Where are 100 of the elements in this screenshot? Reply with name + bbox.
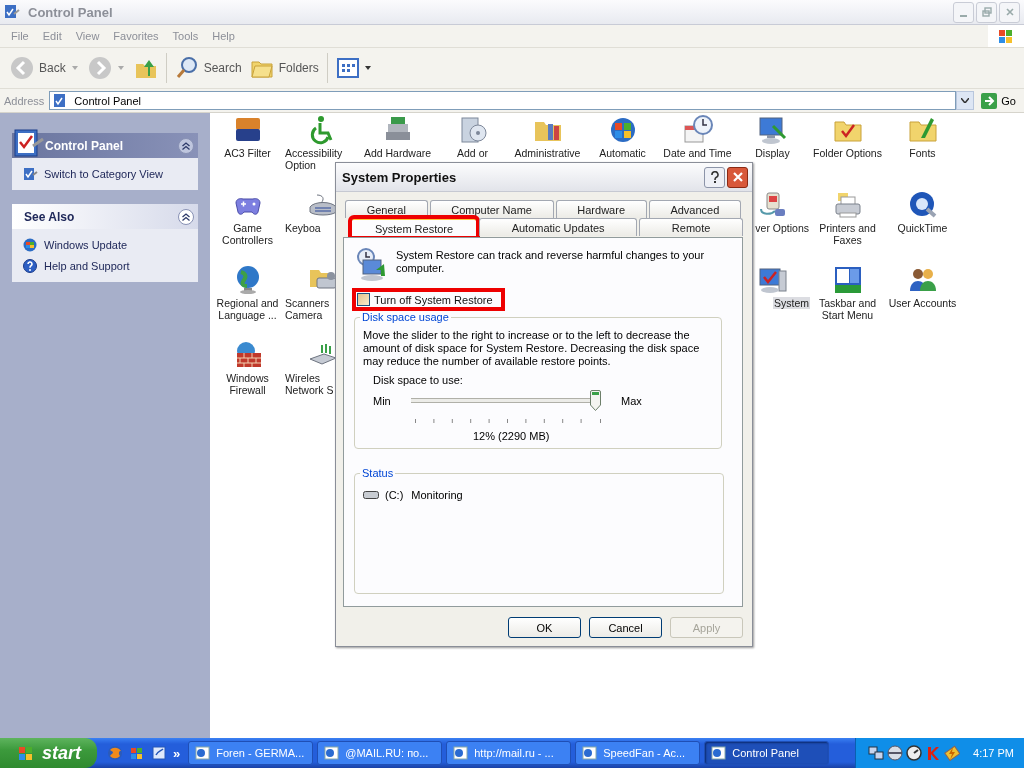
start-button[interactable]: start	[0, 738, 97, 768]
max-label: Max	[621, 394, 643, 407]
item-label[interactable]: Windows Firewall	[210, 372, 285, 396]
gauge-icon[interactable]	[906, 745, 923, 761]
item-label[interactable]: ver Options	[754, 222, 810, 234]
taskbar-button[interactable]: http://mail.ru - ...	[446, 741, 572, 765]
window-icon	[582, 745, 599, 761]
dialog-button[interactable]: Cancel	[589, 617, 662, 638]
desktop-page-icon[interactable]	[151, 745, 167, 761]
more-button[interactable]: »	[173, 745, 181, 761]
dropdown-button[interactable]	[956, 91, 975, 110]
item-label[interactable]: Keyboa	[285, 222, 322, 234]
item-label[interactable]: User Accounts	[887, 297, 958, 309]
description-text: System Restore can track and reverse harmful changes to your computer.	[396, 248, 706, 275]
item-label[interactable]: Administrative	[513, 147, 582, 159]
collapse-icon[interactable]	[178, 208, 194, 225]
tab[interactable]: Hardware	[555, 200, 647, 218]
taskbar-button[interactable]: Foren - GERMA...	[188, 741, 314, 765]
tab[interactable]: Advanced	[648, 200, 742, 218]
tab[interactable]: Remote	[639, 218, 743, 236]
go-arrow-icon	[981, 92, 998, 109]
item-label[interactable]: Date and Time	[662, 147, 733, 159]
window-title: Control Panel	[28, 4, 113, 20]
min-label: Min	[373, 394, 392, 407]
checkbox[interactable]	[357, 293, 370, 306]
drive-status: Monitoring	[411, 489, 463, 501]
caret-icon	[364, 66, 371, 70]
question-mark-icon	[709, 171, 720, 183]
window-icon	[324, 745, 341, 761]
taskbar-button[interactable]: @MAIL.RU: по...	[317, 741, 443, 765]
collapse-icon[interactable]	[178, 138, 194, 154]
item-label[interactable]: Printers and Faxes	[810, 222, 885, 246]
tab[interactable]: General	[345, 200, 428, 218]
group-title: Disk space usage	[361, 311, 450, 323]
dialog-title: System Properties	[342, 169, 457, 185]
clock: 4:17 PM	[973, 747, 1014, 759]
dialog-button[interactable]: OK	[508, 617, 581, 638]
control-panel-icon	[4, 4, 20, 20]
back-button[interactable]: Back	[6, 54, 70, 82]
go-button[interactable]: Go	[977, 92, 1024, 109]
item-label[interactable]: AC3 Filter	[223, 147, 272, 159]
checkbox-option[interactable]: Turn off System Restore	[354, 290, 503, 309]
item-label[interactable]: Game Controllers	[210, 222, 285, 246]
browser-globe-icon[interactable]	[107, 745, 123, 761]
item-label[interactable]: Automatic	[598, 147, 647, 159]
item-label[interactable]: Add or	[456, 147, 489, 159]
task-link[interactable]: Windows Update	[44, 239, 128, 251]
panel-header[interactable]: See Also	[12, 204, 198, 229]
item-label[interactable]: Fonts	[908, 147, 937, 159]
network-icon[interactable]	[868, 745, 885, 761]
slider-label: Disk space to use:	[373, 374, 464, 386]
item-label[interactable]: Folder Options	[812, 147, 883, 159]
close-icon	[1004, 7, 1015, 17]
checkbox-label[interactable]: Turn off System Restore	[374, 293, 493, 306]
window-icon	[453, 745, 470, 761]
globe-icon	[22, 237, 38, 253]
panel-check-icon	[22, 166, 38, 182]
minimize-icon	[960, 14, 967, 17]
window-icon	[195, 745, 212, 761]
task-link[interactable]: Switch to Category View	[44, 168, 164, 180]
tab[interactable]: System Restore	[351, 218, 477, 237]
taskbar-button[interactable]: SpeedFan - Ac...	[575, 741, 701, 765]
item-label[interactable]: Regional and Language ...	[210, 297, 285, 321]
monitor-icon[interactable]	[756, 114, 789, 146]
chevron-down-icon	[961, 98, 970, 103]
address-field[interactable]: Control Panel	[49, 91, 957, 110]
address-label: Address	[4, 94, 45, 107]
restore-icon	[981, 7, 992, 17]
folders-button[interactable]: Folders	[245, 54, 323, 82]
close-button[interactable]	[727, 166, 748, 188]
views-icon	[335, 56, 360, 80]
lightning-icon[interactable]	[944, 745, 961, 761]
group-title: Status	[361, 467, 395, 479]
drive-icon	[363, 491, 379, 499]
instruction-text: Move the slider to the right to increase or to the left to decrease the amount of disk space for System Restore. Decreasing the disk space may reduce the number of available restore points.	[363, 329, 701, 368]
tab[interactable]: Automatic Updates	[479, 218, 638, 236]
window-icon	[711, 745, 728, 761]
drive-name: (C:)	[385, 489, 404, 501]
search-button[interactable]: Search	[170, 54, 246, 82]
item-label[interactable]: System	[773, 297, 810, 309]
help-button[interactable]	[704, 166, 725, 188]
help-icon	[22, 258, 38, 274]
item-label[interactable]: Taskbar and Start Menu	[810, 297, 885, 321]
task-link[interactable]: Help and Support	[44, 260, 130, 272]
item-label[interactable]: Add Hardware	[362, 147, 433, 159]
flag-logo-icon	[988, 25, 1024, 47]
item-label[interactable]: Accessibility Option	[285, 147, 360, 171]
taskbar-button[interactable]: Control Panel	[704, 741, 830, 765]
address-text: Control Panel	[74, 94, 141, 107]
item-label[interactable]: Display	[754, 147, 791, 159]
tab[interactable]: Computer Name	[429, 200, 554, 218]
close-icon	[731, 171, 744, 183]
calendar-clock-icon[interactable]	[681, 114, 714, 146]
item-label[interactable]: QuickTime	[896, 222, 949, 234]
slider-reading: 12% (2290 MB)	[473, 430, 551, 442]
slider-thumb[interactable]	[590, 390, 601, 411]
flag-logo-icon[interactable]	[129, 745, 145, 761]
control-panel-icon	[13, 126, 45, 158]
disc-icon[interactable]	[887, 745, 904, 761]
panel-header[interactable]: Control Panel	[12, 126, 198, 158]
